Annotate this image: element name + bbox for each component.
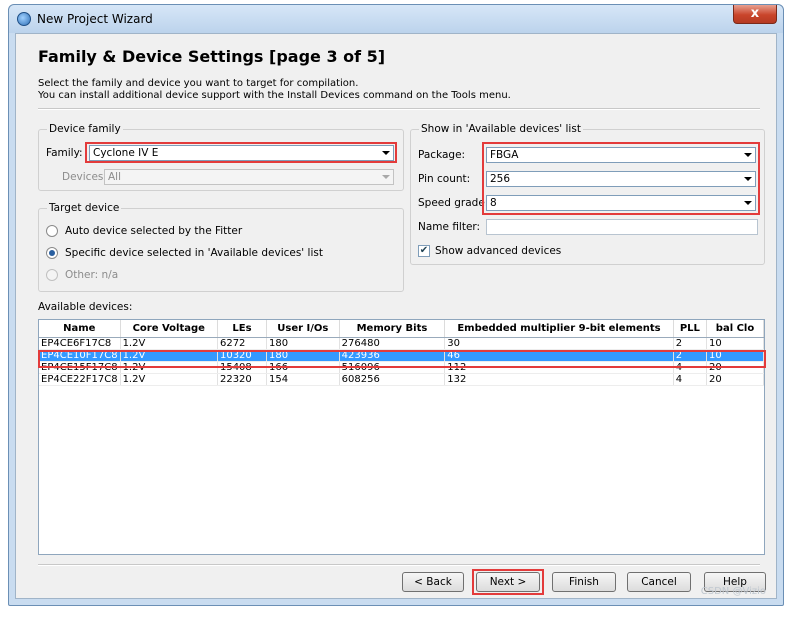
speed-grade-dropdown-arrow-icon[interactable] xyxy=(744,201,752,205)
page-title: Family & Device Settings [page 3 of 5] xyxy=(38,47,386,66)
cell-name: EP4CE6F17C8 xyxy=(39,337,121,350)
cell-pll: 4 xyxy=(673,361,708,374)
name-filter-input[interactable] xyxy=(486,219,758,235)
other-device-label: Other: n/a xyxy=(65,269,119,281)
cell-memory-bits: 276480 xyxy=(339,337,446,350)
cell-les: 15408 xyxy=(217,361,267,374)
cell-core-voltage: 1.2V xyxy=(120,349,218,362)
cell-les: 6272 xyxy=(217,337,267,350)
cell-global-clocks: 20 xyxy=(706,361,764,374)
pin-count-select[interactable]: 256 xyxy=(486,171,756,187)
cell-user-ios: 180 xyxy=(266,337,340,350)
cell-core-voltage: 1.2V xyxy=(120,337,218,350)
close-button[interactable]: x xyxy=(733,5,777,24)
cell-memory-bits: 516096 xyxy=(339,361,446,374)
cell-pll: 2 xyxy=(673,337,708,350)
cell-user-ios: 154 xyxy=(266,373,340,386)
cell-memory-bits: 608256 xyxy=(339,373,446,386)
finish-button[interactable]: Finish xyxy=(552,572,616,592)
cell-name: EP4CE22F17C8 xyxy=(39,373,121,386)
cell-core-voltage: 1.2V xyxy=(120,373,218,386)
cancel-button[interactable]: Cancel xyxy=(627,572,691,592)
package-dropdown-arrow-icon[interactable] xyxy=(744,153,752,157)
column-header-memory-bits[interactable]: Memory Bits xyxy=(339,320,446,338)
cell-pll: 4 xyxy=(673,373,708,386)
auto-device-radio[interactable] xyxy=(46,225,58,237)
column-header-embedded-multiplier[interactable]: Embedded multiplier 9-bit elements xyxy=(444,320,674,338)
target-device-group-title: Target device xyxy=(47,202,122,214)
page-description: Select the family and device you want to… xyxy=(38,78,511,102)
cell-name: EP4CE10F17C8 xyxy=(39,349,121,362)
family-dropdown-arrow-icon[interactable] xyxy=(382,151,390,155)
description-line-2: You can install additional device suppor… xyxy=(38,90,511,101)
footer-separator xyxy=(38,564,760,566)
auto-device-label: Auto device selected by the Fitter xyxy=(65,225,243,237)
cell-embedded-multiplier: 132 xyxy=(444,373,674,386)
specific-device-radio[interactable] xyxy=(46,247,58,259)
devices-table: Name Core Voltage LEs User I/Os Memory B… xyxy=(39,320,764,386)
cell-les: 10320 xyxy=(217,349,267,362)
name-filter-label: Name filter: xyxy=(418,221,481,233)
family-label: Family: xyxy=(46,147,83,159)
family-select[interactable]: Cyclone IV E xyxy=(89,145,394,161)
pin-count-label: Pin count: xyxy=(418,173,471,185)
specific-device-label: Specific device selected in 'Available d… xyxy=(65,247,323,259)
cell-user-ios: 180 xyxy=(266,349,340,362)
description-line-1: Select the family and device you want to… xyxy=(38,78,359,89)
available-devices-label: Available devices: xyxy=(38,301,133,313)
table-header-row: Name Core Voltage LEs User I/Os Memory B… xyxy=(39,320,764,338)
family-select-value: Cyclone IV E xyxy=(93,147,159,159)
show-advanced-label: Show advanced devices xyxy=(435,245,562,257)
column-header-global-clocks[interactable]: bal Clo xyxy=(706,320,764,338)
next-button[interactable]: Next > xyxy=(476,572,540,592)
table-row[interactable]: EP4CE6F17C8 1.2V 6272 180 276480 30 2 10 xyxy=(39,337,764,350)
table-row[interactable]: EP4CE15F17C8 1.2V 15408 166 516096 112 4… xyxy=(39,361,764,374)
pin-count-select-value: 256 xyxy=(490,173,511,185)
speed-grade-select-value: 8 xyxy=(490,197,497,209)
cell-embedded-multiplier: 46 xyxy=(444,349,674,362)
devices-select-value: All xyxy=(108,171,122,183)
cell-global-clocks: 10 xyxy=(706,337,764,350)
cell-pll: 2 xyxy=(673,349,708,362)
cell-global-clocks: 20 xyxy=(706,373,764,386)
table-row[interactable]: EP4CE22F17C8 1.2V 22320 154 608256 132 4… xyxy=(39,373,764,386)
cell-global-clocks: 10 xyxy=(706,349,764,362)
show-advanced-checkbox[interactable]: ✔ xyxy=(418,245,430,257)
other-device-radio[interactable] xyxy=(46,269,58,281)
watermark: CSDN @Vizio xyxy=(700,586,766,597)
cell-embedded-multiplier: 30 xyxy=(444,337,674,350)
column-header-pll[interactable]: PLL xyxy=(673,320,708,338)
speed-grade-label: Speed grade: xyxy=(418,197,489,209)
devices-dropdown-arrow-icon[interactable] xyxy=(382,175,390,179)
devices-select[interactable]: All xyxy=(104,169,394,185)
device-family-group-title: Device family xyxy=(47,123,123,135)
package-select[interactable]: FBGA xyxy=(486,147,756,163)
cell-les: 22320 xyxy=(217,373,267,386)
cell-core-voltage: 1.2V xyxy=(120,361,218,374)
title-bar[interactable]: New Project Wizard x xyxy=(9,5,783,33)
column-header-core-voltage[interactable]: Core Voltage xyxy=(120,320,218,338)
devices-label: Devices: xyxy=(62,171,107,183)
header-separator xyxy=(38,108,760,110)
app-icon xyxy=(17,12,31,26)
cell-user-ios: 166 xyxy=(266,361,340,374)
table-row-selected[interactable]: EP4CE10F17C8 1.2V 10320 180 423936 46 2 … xyxy=(39,349,764,362)
wizard-window: New Project Wizard x Family & Device Set… xyxy=(8,4,784,606)
window-title: New Project Wizard xyxy=(37,12,153,26)
checkmark-icon: ✔ xyxy=(419,245,429,256)
back-button[interactable]: < Back xyxy=(402,572,464,592)
package-label: Package: xyxy=(418,149,466,161)
cell-embedded-multiplier: 112 xyxy=(444,361,674,374)
show-filter-group-title: Show in 'Available devices' list xyxy=(419,123,583,135)
column-header-name[interactable]: Name xyxy=(39,320,121,338)
column-header-les[interactable]: LEs xyxy=(217,320,267,338)
available-devices-table[interactable]: Name Core Voltage LEs User I/Os Memory B… xyxy=(38,319,765,555)
package-select-value: FBGA xyxy=(490,149,519,161)
pin-count-dropdown-arrow-icon[interactable] xyxy=(744,177,752,181)
wizard-content: Family & Device Settings [page 3 of 5] S… xyxy=(15,33,777,599)
speed-grade-select[interactable]: 8 xyxy=(486,195,756,211)
cell-name: EP4CE15F17C8 xyxy=(39,361,121,374)
cell-memory-bits: 423936 xyxy=(339,349,446,362)
column-header-user-ios[interactable]: User I/Os xyxy=(266,320,340,338)
